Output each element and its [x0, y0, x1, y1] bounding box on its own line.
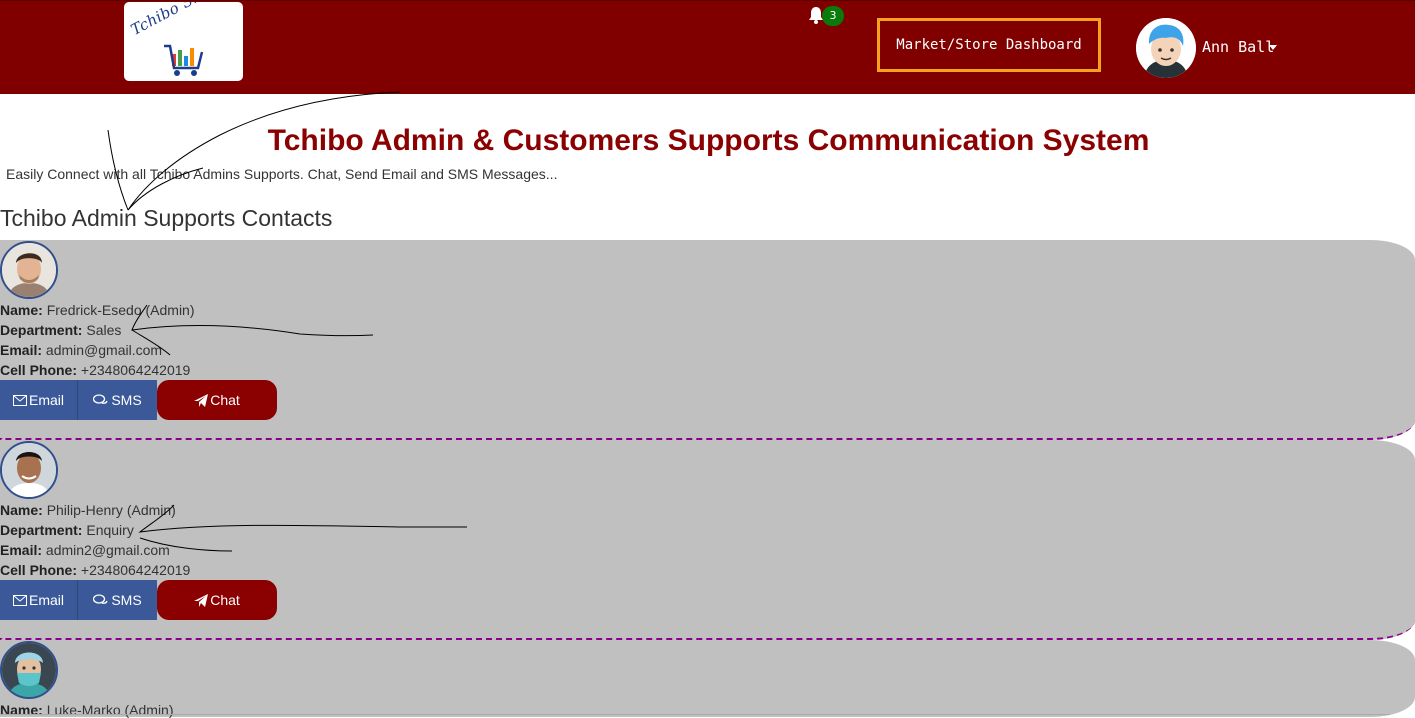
contact-phone: +2348064242019: [80, 562, 191, 578]
email-button[interactable]: Email: [0, 580, 77, 620]
user-avatar-image: [1136, 18, 1196, 78]
paper-plane-icon: [194, 593, 209, 607]
name-label: Name:: [0, 302, 43, 318]
contact-phone: +2348064242019: [80, 362, 191, 378]
contact-email: admin@gmail.com: [45, 342, 163, 358]
contact-photo: [2, 643, 56, 697]
contact-avatar: [0, 641, 58, 699]
store-logo[interactable]: Tchibo Shopee: [124, 2, 243, 81]
page-title: Tchibo Admin & Customers Supports Commun…: [267, 124, 1150, 157]
contact-photo: [2, 443, 56, 497]
name-label: Name:: [0, 502, 43, 518]
envelope-icon: [12, 594, 27, 606]
logo-text: Tchibo Shopee: [127, 2, 239, 39]
cell-phone-label: Cell Phone:: [0, 362, 78, 378]
section-title: Tchibo Admin Supports Contacts: [0, 205, 333, 231]
chat-button[interactable]: Chat: [157, 580, 277, 620]
paper-plane-icon: [194, 393, 209, 407]
market-store-dashboard-button[interactable]: Market/Store Dashboard: [877, 18, 1101, 72]
sms-button[interactable]: SMS: [77, 380, 157, 420]
bottom-divider: [0, 714, 1390, 715]
sms-button-label: SMS: [111, 592, 142, 608]
comments-icon: [93, 594, 108, 604]
comments-icon: [93, 394, 108, 404]
chevron-down-icon[interactable]: [1269, 45, 1277, 50]
shopping-cart-icon: [164, 44, 204, 76]
contact-avatar: [0, 241, 58, 299]
name-label: Name:: [0, 702, 43, 718]
contact-name: Philip-Henry (Admin): [46, 502, 176, 518]
page-subtitle: Easily Connect with all Tchibo Admins Su…: [6, 166, 558, 182]
chat-button-label: Chat: [210, 592, 240, 608]
contact-card: Name: Luke-Marko (Admin): [0, 640, 1415, 718]
contact-name: Fredrick-Esedo (Admin): [46, 302, 195, 318]
sms-button-label: SMS: [111, 392, 142, 408]
contact-photo: [2, 243, 56, 297]
email-label: Email:: [0, 342, 43, 358]
email-label: Email:: [0, 542, 43, 558]
envelope-icon: [12, 394, 27, 406]
contact-department: Sales: [86, 322, 122, 338]
notification-badge[interactable]: 3: [822, 6, 844, 26]
email-button-label: Email: [28, 592, 64, 608]
contact-email: admin2@gmail.com: [45, 542, 170, 558]
user-avatar[interactable]: [1136, 18, 1196, 78]
contact-name: Luke-Marko (Admin): [46, 702, 174, 718]
sms-button[interactable]: SMS: [77, 580, 157, 620]
cell-phone-label: Cell Phone:: [0, 562, 78, 578]
email-button-label: Email: [28, 392, 64, 408]
contact-card: Name: Fredrick-Esedo (Admin) Department:…: [0, 240, 1415, 440]
chat-button-label: Chat: [210, 392, 240, 408]
top-navbar: Tchibo Shopee 3 Market/Store Dashboard A…: [0, 0, 1415, 94]
email-button[interactable]: Email: [0, 380, 77, 420]
department-label: Department:: [0, 322, 83, 338]
contact-avatar: [0, 441, 58, 499]
contact-card: Name: Philip-Henry (Admin) Department: E…: [0, 440, 1415, 640]
user-menu-name[interactable]: Ann Ball: [1202, 38, 1274, 56]
department-label: Department:: [0, 522, 83, 538]
chat-button[interactable]: Chat: [157, 380, 277, 420]
contact-department: Enquiry: [86, 522, 134, 538]
